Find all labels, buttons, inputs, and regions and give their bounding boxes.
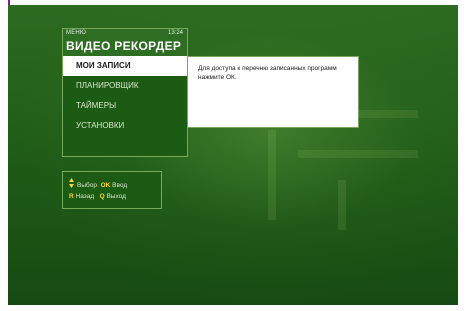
clock: 13:24	[167, 30, 183, 36]
legend-select-label: Выбор	[77, 182, 97, 189]
menu-item-my-recordings[interactable]: МОИ ЗАПИСИ	[63, 56, 187, 76]
legend-enter-label: Ввод	[112, 182, 128, 189]
back-key-label: R	[69, 193, 74, 200]
legend-row-select: Выбор OK Ввод	[69, 177, 127, 189]
up-down-arrows-icon	[69, 178, 74, 188]
info-text: Для доступа к перечню записанных програм…	[198, 65, 337, 81]
page-title: ВИДЕО РЕКОРДЕР	[66, 39, 182, 53]
legend-row-back: R Назад Q Выход	[69, 191, 126, 203]
info-panel: Для доступа к перечню записанных програм…	[187, 56, 359, 128]
exit-key-label: Q	[99, 193, 105, 200]
menu-header: МЕНЮ 13:24 ВИДЕО РЕКОРДЕР	[62, 28, 188, 57]
menu-label: МЕНЮ	[66, 30, 87, 36]
ok-key-label: OK	[100, 182, 111, 189]
menu-item-timers[interactable]: ТАЙМЕРЫ	[63, 96, 187, 116]
menu-item-scheduler[interactable]: ПЛАНИРОВЩИК	[63, 76, 187, 96]
tv-screen: МЕНЮ 13:24 ВИДЕО РЕКОРДЕР МОИ ЗАПИСИ ПЛА…	[8, 5, 458, 305]
key-legend: Выбор OK Ввод R Назад Q Выход	[62, 171, 162, 209]
legend-back-label: Назад	[75, 193, 95, 200]
menu-item-settings[interactable]: УСТАНОВКИ	[63, 116, 187, 136]
main-menu: МОИ ЗАПИСИ ПЛАНИРОВЩИК ТАЙМЕРЫ УСТАНОВКИ	[62, 56, 188, 157]
legend-exit-label: Выход	[106, 193, 126, 200]
